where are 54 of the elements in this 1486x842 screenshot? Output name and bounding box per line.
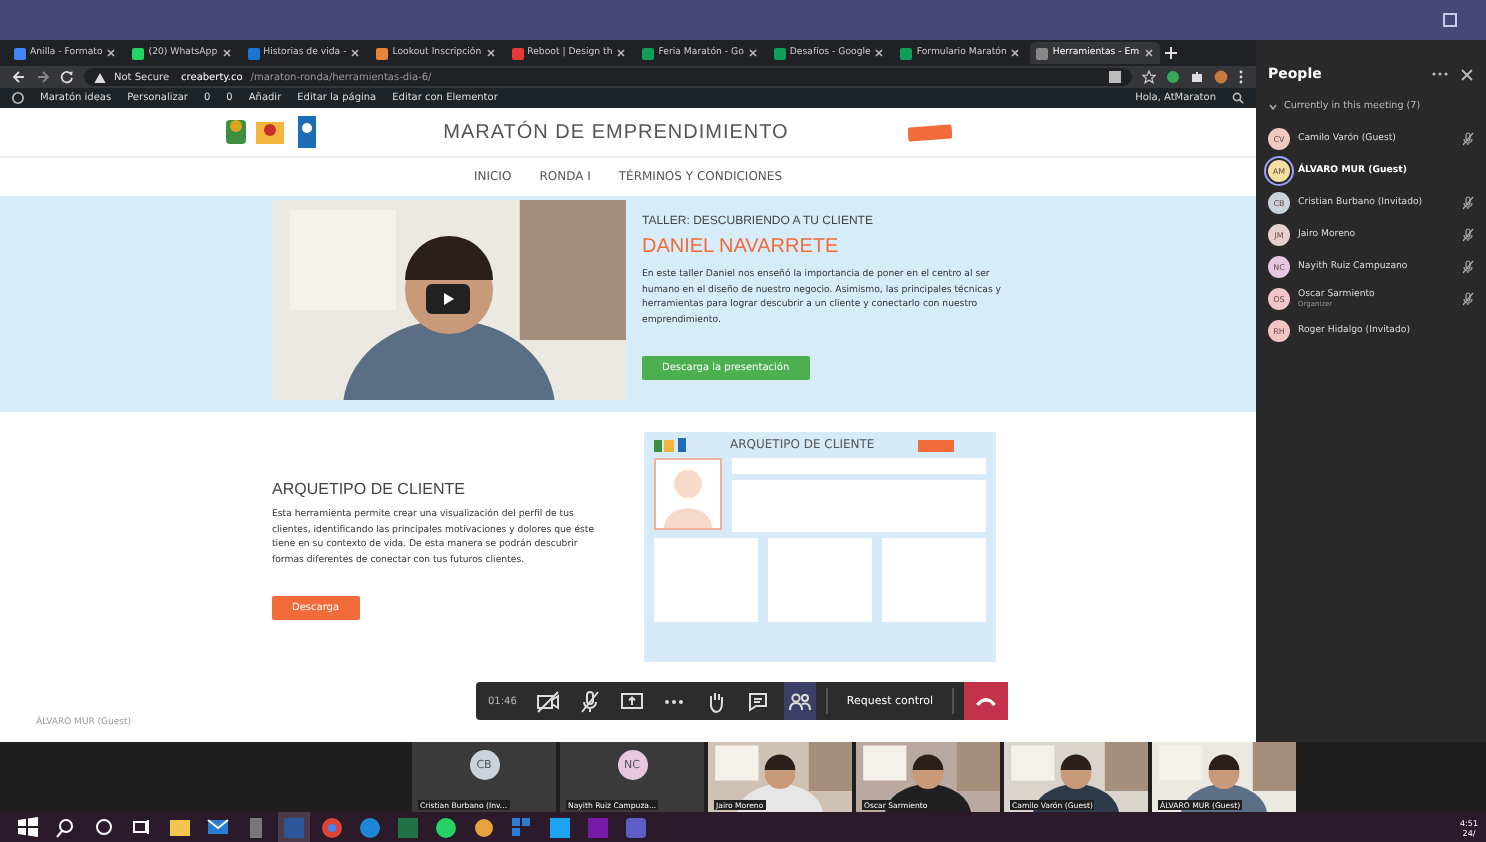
raise-hand-icon[interactable] — [704, 689, 729, 713]
stamp-icon — [908, 123, 953, 141]
favicon-icon — [773, 47, 786, 59]
circle-icon[interactable] — [92, 815, 116, 839]
close-icon[interactable] — [221, 48, 232, 58]
reload-icon[interactable] — [60, 70, 74, 84]
search-icon[interactable] — [54, 815, 78, 839]
play-icon[interactable] — [426, 284, 470, 314]
close-icon[interactable] — [350, 48, 361, 58]
profile-photo-icon — [654, 458, 722, 530]
task-view-icon[interactable] — [130, 815, 154, 839]
template-card — [882, 538, 986, 622]
tool-title: ARQUETIPO DE CLIENTE — [272, 480, 467, 498]
speaker-name: DANIEL NAVARRETE — [642, 236, 841, 258]
chevron-icon[interactable] — [1268, 101, 1278, 111]
warning-icon — [94, 71, 106, 83]
menu-icon[interactable] — [1238, 70, 1244, 84]
start-icon[interactable] — [16, 815, 40, 839]
folder-icon[interactable] — [168, 815, 192, 839]
star-icon[interactable] — [1142, 70, 1156, 84]
close-icon[interactable] — [485, 48, 496, 58]
grid-icon[interactable] — [510, 815, 534, 839]
favicon-icon — [376, 47, 389, 59]
mail-icon[interactable] — [206, 815, 230, 839]
forward-icon[interactable] — [36, 70, 50, 84]
template-card — [654, 538, 758, 622]
favicon-icon — [900, 47, 913, 59]
logos-drawing — [654, 438, 686, 452]
close-icon[interactable] — [874, 48, 885, 58]
share-screen-icon[interactable] — [620, 689, 645, 713]
search-icon[interactable] — [1232, 92, 1244, 104]
site-title: MARATÓN DE EMPRENDIMIENTO — [443, 121, 789, 143]
camera-off-icon[interactable] — [536, 689, 561, 713]
mic-off-icon[interactable] — [578, 689, 603, 713]
more-icon[interactable] — [1432, 70, 1448, 78]
template-card — [768, 538, 872, 622]
chat-icon[interactable] — [746, 689, 771, 713]
favicon-icon — [14, 47, 26, 59]
hang-up-icon[interactable] — [963, 682, 1008, 720]
favicon-icon — [642, 47, 655, 59]
participants-icon[interactable] — [788, 689, 813, 713]
stamp-icon — [918, 439, 955, 451]
favicon-icon — [132, 47, 145, 59]
favicon-icon — [247, 47, 260, 59]
close-icon[interactable] — [1010, 48, 1021, 58]
close-icon[interactable] — [1460, 67, 1474, 81]
favicon-icon — [511, 47, 524, 59]
new-tab-icon[interactable] — [1163, 46, 1178, 60]
back-icon[interactable] — [12, 70, 26, 84]
close-icon[interactable] — [616, 48, 627, 58]
favicon-icon — [1036, 47, 1049, 59]
close-icon[interactable] — [747, 48, 758, 58]
close-icon[interactable] — [1143, 48, 1154, 58]
close-icon[interactable] — [106, 48, 117, 58]
